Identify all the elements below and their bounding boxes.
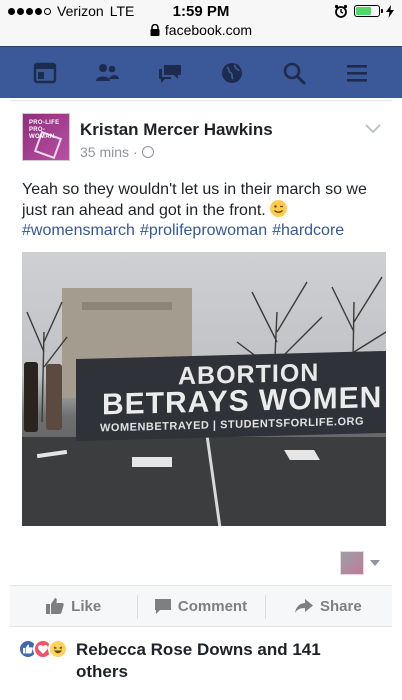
author-avatar[interactable]: PRO-LIFE PRO-WOMAN [22,113,70,161]
photo-road [22,437,386,526]
reacting-as-avatar [340,551,364,575]
reacting-as-selector[interactable] [340,551,380,575]
post-options-chevron-icon[interactable] [364,123,382,135]
nav-search-button[interactable] [274,53,314,93]
charging-bolt-icon [386,4,394,18]
alarm-icon [334,4,348,18]
battery-icon [354,5,383,17]
comment-button[interactable]: Comment [137,586,264,626]
post-action-bar: Like Comment Share [10,585,392,627]
share-label: Share [319,597,362,615]
url-domain: facebook.com [164,22,253,38]
newsfeed-icon [33,62,57,83]
post-text: Yeah so they wouldn't let us in their ma… [22,181,367,219]
messages-icon [158,64,181,83]
haha-reaction-icon [48,639,68,659]
reactions-summary[interactable]: Rebecca Rose Downs and 141 others [10,627,392,699]
nav-menu-button[interactable] [337,53,377,93]
nav-newsfeed-button[interactable] [25,53,65,93]
hashtag-link[interactable]: #hardcore [272,222,344,240]
post-hashtags: #womensmarch #prolifeprowoman #hardcore [22,222,344,240]
address-bar[interactable]: facebook.com [0,22,402,46]
thumbs-up-icon [46,598,64,614]
notifications-globe-icon [222,62,243,83]
post-author[interactable]: Kristan Mercer Hawkins [80,120,273,140]
friends-icon [96,63,120,81]
meta-separator: · [133,144,138,160]
feed-post: PRO-LIFE PRO-WOMAN Kristan Mercer Hawkin… [10,100,392,699]
hashtag-link[interactable]: #womensmarch [22,222,135,240]
reactions-summary-text: Rebecca Rose Downs and 141 others [76,640,321,681]
like-label: Like [71,597,102,615]
comment-icon [154,598,171,614]
nav-friends-button[interactable] [87,53,127,93]
nav-notifications-button[interactable] [212,53,252,93]
post-meta: 35 mins · [80,144,154,160]
wink-emoji-icon [270,200,288,217]
hashtag-link[interactable]: #prolifeprowoman [140,222,267,240]
status-bar: Verizon LTE 1:59 PM [0,0,402,22]
post-timestamp[interactable]: 35 mins [80,144,129,160]
facebook-nav-bar [0,46,402,98]
share-button[interactable]: Share [264,586,392,626]
like-button[interactable]: Like [10,586,137,626]
lock-icon [150,22,160,38]
photo-protest-banner: ABORTION BETRAYS WOMEN WOMENBETRAYED | S… [76,350,386,442]
menu-icon [346,64,367,82]
post-photo[interactable]: ABORTION BETRAYS WOMEN WOMENBETRAYED | S… [22,252,386,526]
search-icon [284,62,306,84]
dropdown-caret-icon [370,560,380,566]
share-arrow-icon [294,599,313,613]
nav-messages-button[interactable] [150,53,190,93]
comment-label: Comment [177,597,248,615]
public-globe-icon [141,146,154,158]
status-icons [334,4,394,18]
reaction-icons [18,639,68,659]
post-text-block: Yeah so they wouldn't let us in their ma… [22,179,386,221]
